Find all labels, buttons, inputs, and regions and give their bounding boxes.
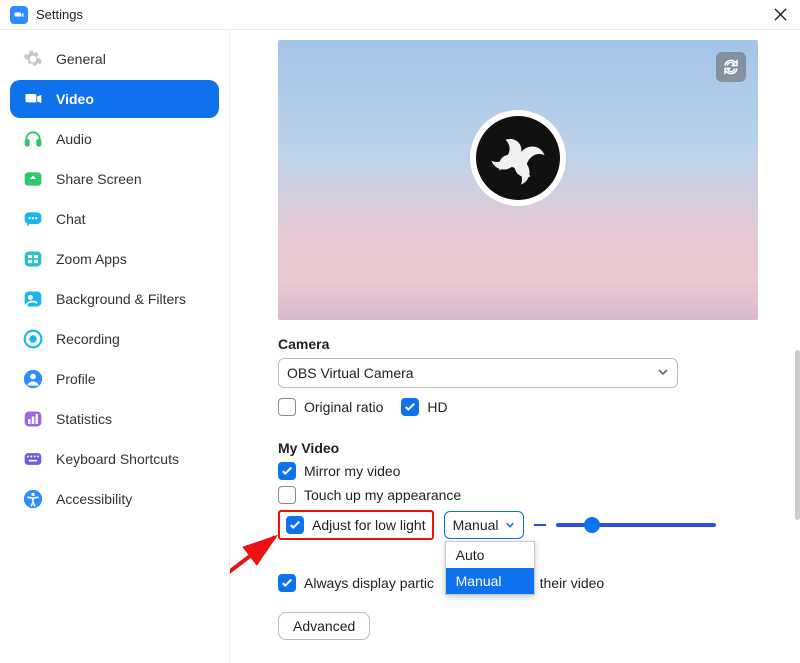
sidebar-item-general[interactable]: General	[10, 40, 219, 78]
sidebar-item-label: General	[56, 51, 106, 67]
lowlight-mode-dropdown[interactable]: Manual Auto Manual	[444, 511, 524, 539]
obs-logo-icon	[470, 110, 566, 206]
checkbox-icon	[278, 574, 296, 592]
headphones-icon	[22, 128, 44, 150]
lowlight-option-auto[interactable]: Auto	[446, 542, 534, 568]
original-ratio-label: Original ratio	[304, 399, 383, 415]
chevron-down-icon	[505, 517, 515, 533]
sidebar-item-label: Chat	[56, 211, 86, 227]
sidebar-item-zoom-apps[interactable]: Zoom Apps	[10, 240, 219, 278]
checkbox-icon	[278, 486, 296, 504]
lowlight-mode-menu: Auto Manual	[445, 541, 535, 595]
hd-checkbox[interactable]: HD	[401, 398, 447, 416]
sidebar-item-recording[interactable]: Recording	[10, 320, 219, 358]
chevron-down-icon	[657, 365, 669, 381]
mirror-my-video-checkbox[interactable]: Mirror my video	[278, 462, 400, 480]
scrollbar[interactable]	[795, 350, 800, 520]
sidebar: General Video Audio Share Screen Chat Zo…	[0, 30, 230, 663]
sidebar-item-profile[interactable]: Profile	[10, 360, 219, 398]
lowlight-option-manual[interactable]: Manual	[446, 568, 534, 594]
slider-thumb[interactable]	[584, 517, 600, 533]
camera-selected-value: OBS Virtual Camera	[287, 365, 414, 381]
sidebar-item-background-filters[interactable]: Background & Filters	[10, 280, 219, 318]
sidebar-item-label: Zoom Apps	[56, 251, 127, 267]
sidebar-item-chat[interactable]: Chat	[10, 200, 219, 238]
advanced-button[interactable]: Advanced	[278, 612, 370, 640]
share-screen-icon	[22, 168, 44, 190]
my-video-section-label: My Video	[278, 440, 775, 456]
lowlight-slider[interactable]	[556, 523, 716, 527]
apps-icon	[22, 248, 44, 270]
sidebar-item-label: Recording	[56, 331, 120, 347]
lowlight-mode-value: Manual	[453, 517, 499, 533]
checkbox-icon	[278, 398, 296, 416]
mirror-label: Mirror my video	[304, 463, 400, 479]
camera-section-label: Camera	[278, 336, 775, 352]
titlebar: Settings	[0, 0, 800, 30]
always-display-label-part2: n their video	[528, 575, 604, 591]
chat-icon	[22, 208, 44, 230]
sidebar-item-video[interactable]: Video	[10, 80, 219, 118]
video-preview	[278, 40, 758, 320]
checkbox-icon	[401, 398, 419, 416]
settings-content: Camera OBS Virtual Camera Original ratio…	[230, 30, 800, 663]
annotation-highlight-box: Adjust for low light	[278, 510, 434, 540]
hd-label: HD	[427, 399, 447, 415]
background-icon	[22, 288, 44, 310]
sidebar-item-label: Profile	[56, 371, 96, 387]
camera-select[interactable]: OBS Virtual Camera	[278, 358, 678, 388]
close-button[interactable]	[768, 3, 792, 27]
checkbox-icon	[278, 462, 296, 480]
sidebar-item-label: Video	[56, 91, 94, 107]
rotate-preview-button[interactable]	[716, 52, 746, 82]
statistics-icon	[22, 408, 44, 430]
sidebar-item-audio[interactable]: Audio	[10, 120, 219, 158]
sidebar-item-accessibility[interactable]: Accessibility	[10, 480, 219, 518]
checkbox-icon	[286, 516, 304, 534]
touchup-label: Touch up my appearance	[304, 487, 461, 503]
sidebar-item-label: Accessibility	[56, 491, 132, 507]
adjust-low-light-checkbox[interactable]: Adjust for low light	[286, 516, 426, 534]
sidebar-item-keyboard-shortcuts[interactable]: Keyboard Shortcuts	[10, 440, 219, 478]
original-ratio-checkbox[interactable]: Original ratio	[278, 398, 383, 416]
sidebar-item-label: Share Screen	[56, 171, 142, 187]
always-display-label-part1: Always display partic	[304, 575, 434, 591]
sidebar-item-label: Keyboard Shortcuts	[56, 451, 179, 467]
profile-icon	[22, 368, 44, 390]
zoom-app-icon	[10, 6, 28, 24]
keyboard-icon	[22, 448, 44, 470]
sidebar-item-share-screen[interactable]: Share Screen	[10, 160, 219, 198]
sidebar-item-label: Audio	[56, 131, 92, 147]
always-display-names-checkbox[interactable]: Always display partic n their video	[278, 574, 604, 592]
accessibility-icon	[22, 488, 44, 510]
sidebar-item-label: Statistics	[56, 411, 112, 427]
touchup-checkbox[interactable]: Touch up my appearance	[278, 486, 461, 504]
record-icon	[22, 328, 44, 350]
lowlight-label: Adjust for low light	[312, 517, 426, 533]
video-icon	[22, 88, 44, 110]
sidebar-item-statistics[interactable]: Statistics	[10, 400, 219, 438]
gear-icon	[22, 48, 44, 70]
advanced-label: Advanced	[293, 618, 355, 634]
window-title: Settings	[36, 7, 83, 22]
sidebar-item-label: Background & Filters	[56, 291, 186, 307]
